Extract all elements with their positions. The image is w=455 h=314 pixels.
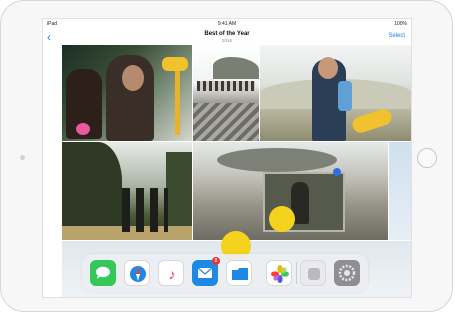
hill [213,57,259,79]
messages-icon [90,260,116,286]
camera [20,155,25,160]
rocks [193,103,259,141]
photo-tile-4[interactable] [62,142,192,240]
photos-icon [267,261,291,285]
backpack [338,81,352,111]
heart-sticker [76,123,90,135]
battery-label: 100% [394,21,407,27]
app-icon [301,261,325,285]
select-button[interactable]: Select [388,33,405,39]
crowd [197,81,255,91]
saucer-shape [217,148,337,172]
music-app[interactable]: ♪ [158,260,184,286]
clock: 9:41 AM [217,21,237,27]
photos-app[interactable] [266,260,292,286]
face [122,65,144,91]
face [318,57,338,79]
files-icon [227,261,251,285]
safari-icon [125,261,149,285]
settings-icon [334,260,360,286]
messages-app[interactable] [90,260,116,286]
sticker [350,107,394,135]
mail-app[interactable]: 8 [192,257,220,286]
album-title: Best of the Year [204,31,250,37]
ipad-device: iPad 9:41 AM 100% ‹ Best of the Year 201… [0,0,453,312]
photo-tile-2[interactable] [193,45,259,141]
sticker [269,206,295,232]
dock: ♪ 8 [82,254,368,292]
settings-app[interactable] [334,260,360,286]
safari-app[interactable] [124,260,150,286]
sticker-stem [175,67,180,135]
hikers [122,188,168,232]
recent-app[interactable] [300,260,326,286]
photo-tile-1[interactable] [62,45,192,141]
dock-separator [296,262,297,284]
status-bar: iPad 9:41 AM 100% [43,19,411,29]
home-button[interactable] [417,148,437,168]
photo-tile-6[interactable] [389,142,411,240]
music-icon: ♪ [168,266,176,282]
album-subtitle: 2016 [221,38,232,43]
badge-icon [333,168,341,176]
mail-badge: 8 [212,257,220,265]
photo-tile-3[interactable] [260,45,411,141]
files-app[interactable] [226,260,252,286]
sticker [162,57,188,71]
screen: iPad 9:41 AM 100% ‹ Best of the Year 201… [42,18,412,298]
photo-tile-5[interactable] [193,142,388,240]
